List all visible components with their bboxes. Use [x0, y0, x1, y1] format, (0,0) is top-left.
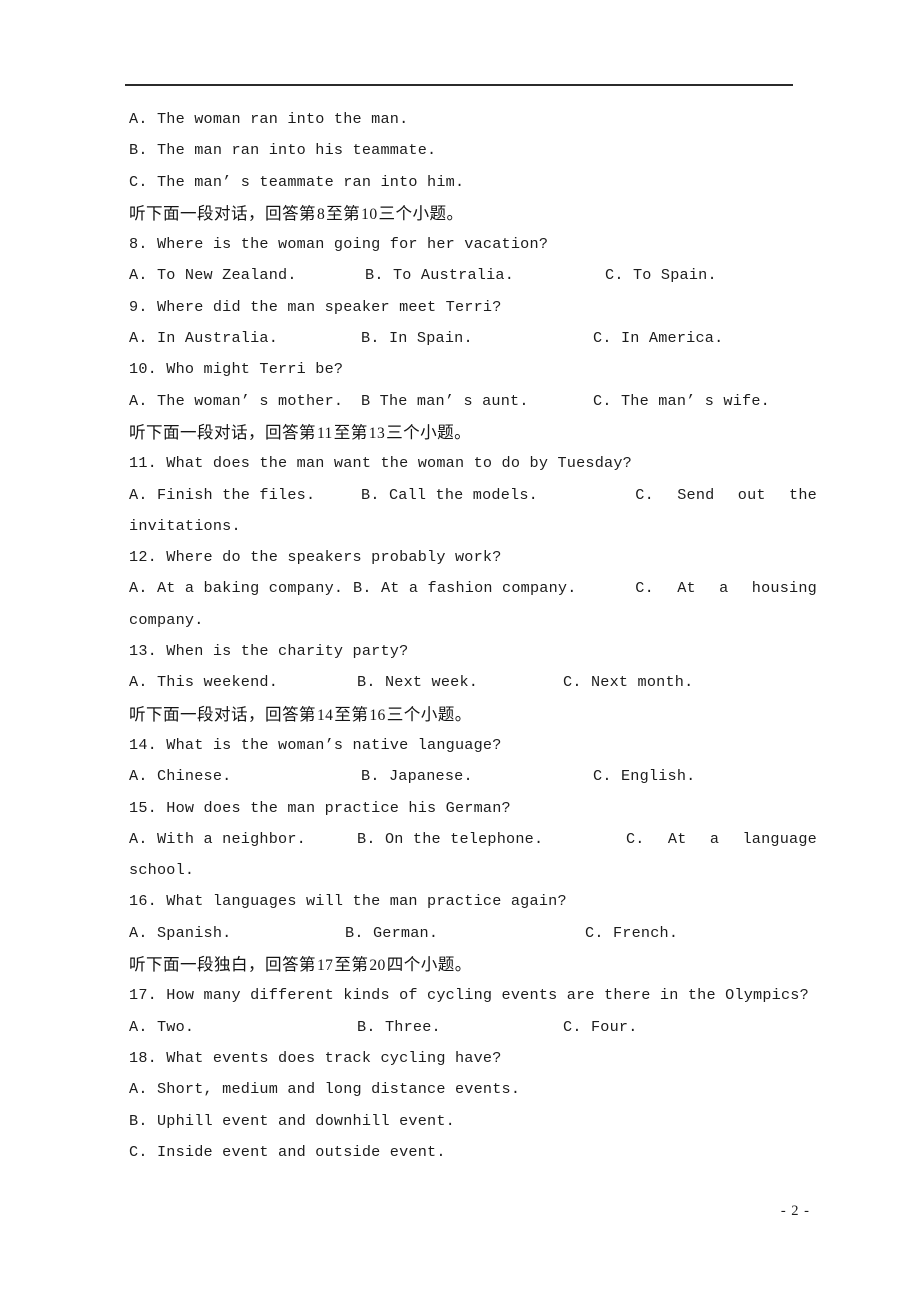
instruction-start-number: 11 — [316, 424, 333, 442]
listening-instruction: 听下面一段对话，回答第11至第13三个小题。 — [129, 417, 793, 448]
question-stem: 11. What does the man want the woman to … — [129, 454, 632, 473]
option-b: B. German. — [345, 923, 439, 942]
instruction-text-mid: 至第 — [334, 955, 369, 975]
option-a: A. In Australia. — [129, 329, 279, 348]
option-continuation: invitations. — [129, 516, 241, 535]
question-stem: 10. Who might Terri be? — [129, 360, 344, 379]
option-b: B. Call the models. — [361, 485, 538, 504]
option-line: A. To New Zealand. B. To Australia. C. T… — [129, 260, 793, 291]
instruction-text-mid: 至第 — [334, 704, 369, 724]
instruction-start-number: 14 — [316, 706, 334, 724]
option-line: A. At a baking company. B. At a fashion … — [129, 573, 817, 604]
option-a: A. Spanish. — [129, 923, 232, 942]
question-stem: 12. Where do the speakers probably work? — [129, 548, 502, 567]
option-c: C. French. — [585, 923, 679, 942]
option-line: B. Uphill event and downhill event. — [129, 1106, 793, 1137]
instruction-text: 听下面一段独白，回答第 — [129, 955, 316, 975]
instruction-end-number: 10 — [361, 205, 378, 223]
option-c: C. At a language — [625, 829, 817, 848]
option-line: B. The man ran into his teammate. — [129, 135, 793, 166]
question-stem: 17. How many different kinds of cycling … — [129, 986, 809, 1005]
option-c: C. English. — [593, 767, 696, 786]
header-divider-rule — [125, 84, 793, 86]
option-c: C. Four. — [563, 1017, 638, 1036]
option-a: A. Chinese. — [129, 767, 232, 786]
option-a: A. This weekend. — [129, 673, 279, 692]
question-stem: 16. What languages will the man practice… — [129, 892, 567, 911]
option-a: A. At a baking company. — [129, 579, 344, 598]
option-line: A. The woman’ s mother. B The man’ s aun… — [129, 386, 793, 417]
listening-instruction: 听下面一段独白，回答第17至第20四个小题。 — [129, 949, 793, 980]
instruction-text-tail: 三个小题。 — [386, 422, 472, 442]
option-b: B. Next week. — [357, 673, 479, 692]
option-line: A. With a neighbor. B. On the telephone.… — [129, 824, 817, 855]
option-line: A. In Australia. B. In Spain. C. In Amer… — [129, 323, 793, 354]
instruction-text-tail: 四个小题。 — [386, 955, 472, 975]
question-stem: 14. What is the woman’s native language? — [129, 735, 502, 754]
option-a: A. To New Zealand. — [129, 266, 297, 285]
option-b: B. Uphill event and downhill event. — [129, 1111, 455, 1130]
option-line: A. Spanish. B. German. C. French. — [129, 918, 793, 949]
option-line: A. Short, medium and long distance event… — [129, 1074, 793, 1105]
option-b: B The man’ s aunt. — [361, 391, 529, 410]
option-c: C. Inside event and outside event. — [129, 1142, 446, 1161]
option-line: A. Finish the files. B. Call the models.… — [129, 480, 817, 511]
instruction-text: 听下面一段对话，回答第 — [129, 704, 316, 724]
option-c: C. At a housing — [635, 579, 817, 598]
option-line: C. Inside event and outside event. — [129, 1137, 793, 1168]
option-continuation: company. — [129, 610, 204, 629]
question-stem: 18. What events does track cycling have? — [129, 1048, 502, 1067]
instruction-text-tail: 三个小题。 — [386, 704, 472, 724]
option-line: A. The woman ran into the man. — [129, 104, 793, 135]
option-b: B. To Australia. — [365, 266, 515, 285]
option-line: A. This weekend. B. Next week. C. Next m… — [129, 667, 793, 698]
option-b: B. The man ran into his teammate. — [129, 141, 437, 160]
instruction-text-tail: 三个小题。 — [378, 203, 464, 223]
question-body: A. The woman ran into the man. B. The ma… — [129, 104, 817, 1168]
option-a: A. Short, medium and long distance event… — [129, 1080, 521, 1099]
instruction-text-mid: 至第 — [326, 203, 361, 223]
option-c: C. The man’ s teammate ran into him. — [129, 172, 465, 191]
option-a: A. The woman ran into the man. — [129, 110, 409, 128]
instruction-end-number: 16 — [369, 706, 386, 724]
option-a: A. The woman’ s mother. — [129, 391, 344, 410]
instruction-start-number: 17 — [316, 957, 334, 975]
option-line: A. Chinese. B. Japanese. C. English. — [129, 761, 793, 792]
option-c: C. Next month. — [563, 673, 694, 692]
instruction-end-number: 20 — [369, 957, 386, 975]
option-c: C. The man’ s wife. — [593, 391, 770, 410]
instruction-end-number: 13 — [368, 424, 386, 442]
option-a: A. Two. — [129, 1017, 195, 1036]
instruction-start-number: 8 — [316, 205, 326, 223]
question-stem: 13. When is the charity party? — [129, 642, 409, 661]
exam-page: A. The woman ran into the man. B. The ma… — [0, 0, 920, 1302]
option-b: B. On the telephone. — [357, 829, 544, 848]
option-c: C. To Spain. — [605, 266, 717, 285]
option-c: C. In America. — [593, 329, 724, 348]
option-line: C. The man’ s teammate ran into him. — [129, 167, 793, 198]
option-a: A. Finish the files. — [129, 485, 316, 504]
instruction-text: 听下面一段对话，回答第 — [129, 203, 316, 223]
page-number: - 2 - — [780, 1203, 810, 1219]
listening-instruction: 听下面一段对话，回答第8至第10三个小题。 — [129, 198, 793, 229]
option-b: B. In Spain. — [361, 329, 473, 348]
question-stem: 8. Where is the woman going for her vaca… — [129, 235, 549, 254]
listening-instruction: 听下面一段对话，回答第14至第16三个小题。 — [129, 699, 793, 730]
option-a: A. With a neighbor. — [129, 829, 306, 848]
option-line: A. Two. B. Three. C. Four. — [129, 1012, 793, 1043]
option-b: B. Japanese. — [361, 767, 473, 786]
option-b: B. At a fashion company. — [353, 579, 577, 598]
question-stem: 15. How does the man practice his German… — [129, 798, 511, 817]
instruction-text: 听下面一段对话，回答第 — [129, 422, 316, 442]
option-c: C. Send out the — [635, 485, 817, 504]
option-b: B. Three. — [357, 1017, 441, 1036]
option-continuation: school. — [129, 861, 195, 880]
instruction-text-mid: 至第 — [333, 422, 368, 442]
question-stem: 9. Where did the man speaker meet Terri? — [129, 297, 502, 316]
